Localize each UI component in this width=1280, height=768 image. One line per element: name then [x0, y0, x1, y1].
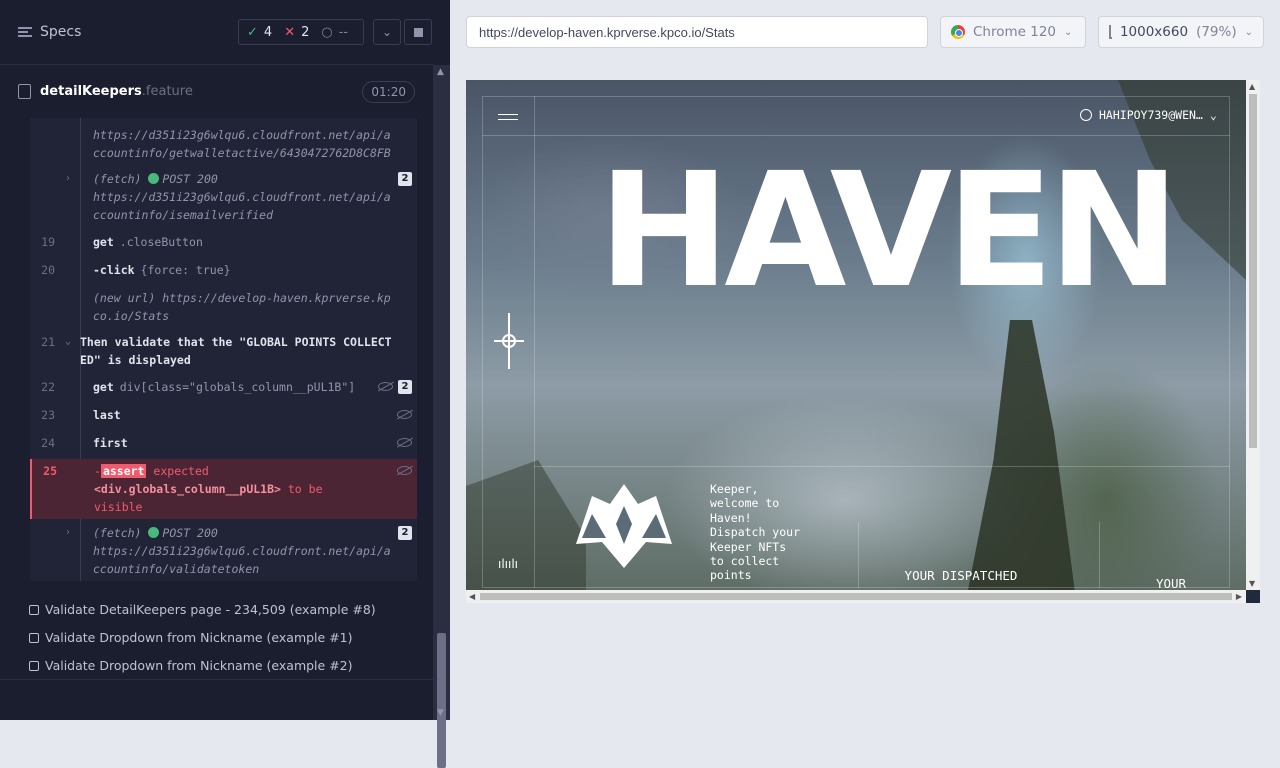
haven-logo: HAVEN	[598, 139, 1180, 323]
chevron-down-icon: ⌄	[381, 25, 393, 39]
reporter-panel: Specs ✓ 4 ✕ 2 ○ -- ⌄ detailKeepers.feature …	[0, 0, 450, 768]
specs-title: Specs	[40, 24, 82, 40]
ruler-icon	[1109, 25, 1112, 39]
checkbox-icon	[29, 604, 39, 615]
hidden-eye-icon	[378, 382, 393, 391]
crosshair-icon	[494, 313, 524, 369]
file-ext: .feature	[141, 84, 193, 99]
welcome-text: Keeper, welcome to Haven! Dispatch your …	[710, 482, 801, 583]
scroll-down-icon: ▼	[437, 708, 444, 718]
checkbox-icon	[29, 660, 39, 671]
count-badge: 2	[398, 526, 412, 540]
chevron-down-icon: ⌄	[1244, 26, 1253, 38]
app-viewport: HAHIPOY739@WEN… ⌄ HAVEN Keeper, welcome …	[466, 80, 1260, 603]
chrome-icon	[951, 25, 965, 39]
hidden-eye-icon	[397, 438, 412, 447]
chevron-right-icon: ›	[65, 173, 72, 184]
hidden-eye-icon	[397, 466, 412, 475]
chevron-right-icon: ›	[65, 527, 72, 538]
app-horizontal-scrollbar[interactable]: ◀ ▶	[466, 590, 1246, 603]
passed-count: 4	[263, 24, 273, 40]
reporter-header: Specs ✓ 4 ✕ 2 ○ -- ⌄	[0, 0, 433, 65]
chevron-down-icon: ⌄	[1209, 108, 1217, 122]
menu-icon[interactable]	[498, 114, 518, 120]
specs-toggle[interactable]: Specs	[18, 24, 81, 40]
browser-selector[interactable]: Chrome 120 ⌄	[940, 16, 1086, 48]
reporter-scrollbar[interactable]: ▲ ▼	[433, 65, 450, 768]
user-email: HAHIPOY739@WEN…	[1099, 108, 1203, 122]
user-icon	[1080, 109, 1092, 121]
spec-item[interactable]: Validate Dropdown from Nickname (example…	[29, 630, 353, 645]
viewport-selector[interactable]: 1000x660 (79%) ⌄	[1098, 16, 1264, 48]
your-label: YOUR	[1155, 576, 1187, 590]
dropdown-button[interactable]: ⌄	[373, 19, 401, 45]
scroll-up-icon: ▲	[437, 67, 444, 77]
log-entry[interactable]: › (fetch) POST 200 https://d351i23g6wlqu6…	[30, 170, 417, 224]
app-vertical-scrollbar[interactable]: ▲ ▼	[1246, 80, 1260, 590]
chevron-down-icon: ⌄	[65, 336, 72, 347]
stats-summary: ✓ 4 ✕ 2 ○ --	[238, 19, 364, 45]
check-icon: ✓	[247, 24, 258, 40]
command-log: https://d351i23g6wlqu6.cloudfront.net/ap…	[30, 118, 417, 581]
failed-assert-row[interactable]: 25 - assert expected <div.globals_column__…	[30, 459, 417, 519]
user-menu[interactable]: HAHIPOY739@WEN… ⌄	[1080, 108, 1217, 122]
failed-count: 2	[301, 24, 310, 40]
checkbox-icon	[29, 632, 39, 643]
hidden-eye-icon	[397, 410, 412, 419]
spec-item[interactable]: Validate Dropdown from Nickname (example…	[29, 658, 353, 673]
count-badge: 2	[398, 172, 412, 186]
chevron-down-icon: ⌄	[1064, 26, 1073, 38]
document-icon	[18, 84, 31, 99]
pending-count: --	[338, 24, 349, 40]
file-name[interactable]: detailKeepers.feature	[40, 84, 193, 99]
x-icon: ✕	[284, 24, 296, 40]
pending-icon: ○	[321, 24, 333, 40]
dispatched-label: YOUR DISPATCHED	[904, 568, 1018, 583]
log-entry[interactable]: › (fetch) POST 200 https://d351i23g6wlqu6…	[30, 524, 417, 578]
background-art: HAHIPOY739@WEN… ⌄ HAVEN Keeper, welcome …	[466, 80, 1246, 590]
aut-panel: https://develop-haven.kprverse.kpco.io/S…	[450, 0, 1280, 720]
stop-icon	[413, 27, 423, 37]
duration-badge: 01:20	[362, 81, 415, 103]
audio-icon[interactable]: ılıılı	[498, 557, 518, 571]
url-bar[interactable]: https://develop-haven.kprverse.kpco.io/S…	[466, 16, 928, 48]
file-header: detailKeepers.feature 01:20	[0, 76, 433, 108]
menu-icon	[18, 27, 32, 37]
spec-item[interactable]: Validate DetailKeepers page - 234,509 (e…	[29, 602, 376, 617]
count-badge: 2	[398, 380, 412, 394]
keeper-emblem-icon	[576, 484, 672, 568]
stop-button[interactable]	[404, 19, 432, 45]
